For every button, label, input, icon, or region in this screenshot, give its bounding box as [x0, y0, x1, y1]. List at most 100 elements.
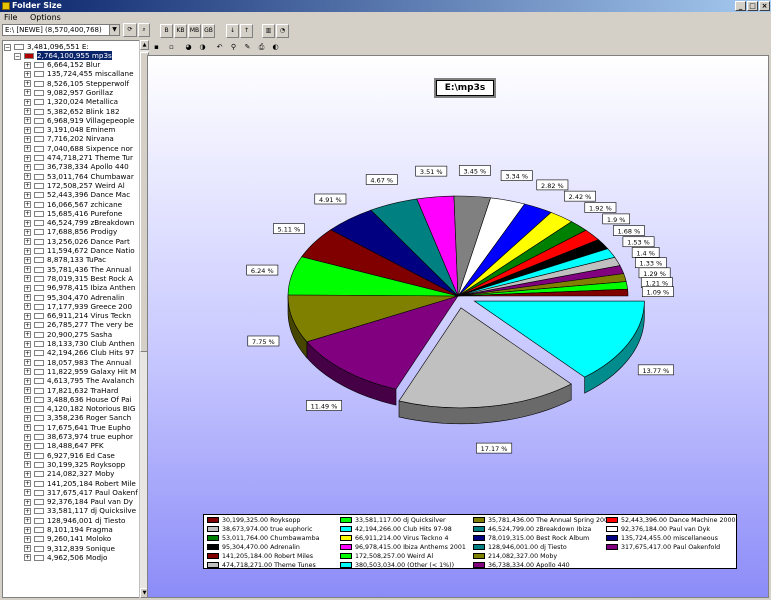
tree-item[interactable]: +9,082,957 Gorillaz [24, 88, 113, 97]
expand-icon[interactable]: + [24, 387, 31, 394]
tree-item[interactable]: +16,066,567 zchicane [24, 200, 122, 209]
expand-icon[interactable]: + [24, 461, 31, 469]
tree-item[interactable]: +4,962,506 Modjo [24, 553, 107, 562]
tree-item[interactable]: +9,312,839 Sonique [24, 544, 115, 553]
tree-item[interactable]: +30,199,325 Royksopp [24, 460, 125, 469]
expand-icon[interactable]: + [24, 442, 31, 450]
expand-icon[interactable]: + [24, 433, 31, 441]
expand-icon[interactable]: + [24, 554, 31, 562]
expand-icon[interactable]: + [24, 414, 31, 422]
tree-selected-node[interactable]: − 2,764,100,955 mp3s [14, 51, 112, 60]
expand-icon[interactable]: + [24, 303, 31, 311]
tree-item[interactable]: +42,194,266 Club Hits 97 [24, 348, 134, 357]
tree-item[interactable]: +35,781,436 The Annual [24, 265, 131, 274]
tree-item[interactable]: +7,040,688 Sixpence nor [24, 144, 133, 153]
minimize-button[interactable]: _ [735, 1, 746, 11]
tree-item[interactable]: +18,057,983 The Annual [24, 358, 131, 367]
tree-item[interactable]: +26,785,277 The very be [24, 320, 133, 329]
tree-item[interactable]: +8,101,194 Fragma [24, 525, 113, 534]
expand-icon[interactable]: + [24, 228, 31, 236]
pie-3d-icon[interactable]: ◕ [183, 42, 194, 53]
expand-icon[interactable]: + [24, 135, 31, 143]
tree-item[interactable]: +4,120,182 Notorious BIG [24, 404, 135, 413]
expand-icon[interactable]: + [24, 266, 31, 274]
expand-icon[interactable]: + [24, 368, 31, 376]
tree-item[interactable]: +4,613,795 The Avalanch [24, 376, 134, 385]
tree-item[interactable]: +135,724,455 miscallane [24, 69, 134, 78]
expand-icon[interactable]: + [24, 219, 31, 227]
expand-icon[interactable]: + [24, 517, 31, 525]
expand-icon[interactable]: + [24, 312, 31, 320]
tree-item[interactable]: +5,382,652 Blink 182 [24, 107, 120, 116]
expand-icon[interactable]: + [24, 480, 31, 487]
marker-icon[interactable]: ✎ [242, 42, 253, 53]
tree-item[interactable]: +18,133,730 Club Anthen [24, 339, 135, 348]
scroll-up-icon[interactable]: ▲ [140, 40, 149, 50]
expand-icon[interactable]: + [24, 396, 31, 404]
collapse-icon[interactable]: − [4, 43, 11, 51]
tree-item[interactable]: +8,878,133 TuPac [24, 255, 106, 264]
close-button[interactable]: × [759, 1, 770, 11]
tree-item[interactable]: +1,320,024 Metallica [24, 97, 118, 106]
chevron-down-icon[interactable]: ▼ [109, 25, 119, 35]
expand-icon[interactable]: + [24, 70, 31, 78]
expand-icon[interactable]: + [24, 331, 31, 339]
tree-item[interactable]: +92,376,184 Paul van Dy [24, 497, 133, 506]
expand-icon[interactable]: + [24, 154, 31, 162]
tree-item[interactable]: +17,821,632 TraHard [24, 386, 118, 395]
menu-options[interactable]: Options [30, 13, 61, 22]
unit-mb-button[interactable]: MB [188, 24, 201, 38]
tree-item[interactable]: +9,260,141 Moloko [24, 534, 111, 543]
folder-tree[interactable]: −3,481,096,551 E: −2,764,100,955 mp3s +6… [2, 40, 140, 598]
tree-item[interactable]: +474,718,271 Theme Tur [24, 153, 133, 162]
expand-icon[interactable]: + [24, 126, 31, 134]
expand-icon[interactable]: + [24, 80, 31, 88]
expand-icon[interactable]: + [24, 89, 31, 97]
tree-item[interactable]: +6,664,152 Blur [24, 60, 100, 69]
tree-item[interactable]: +128,946,001 dj Tiesto [24, 516, 125, 525]
tree-item[interactable]: +46,524,799 zBreakdown [24, 218, 134, 227]
tree-item[interactable]: +52,443,396 Dance Mac [24, 190, 130, 199]
zoom-icon[interactable]: ⚲ [228, 42, 239, 53]
refresh-button[interactable]: ⟳ [123, 23, 137, 37]
maximize-button[interactable]: □ [747, 1, 758, 11]
tree-item[interactable]: +96,978,415 Ibiza Anthen [24, 283, 135, 292]
tree-item[interactable]: +95,304,470 Adrenalin [24, 293, 125, 302]
expand-icon[interactable]: + [24, 545, 31, 553]
expand-icon[interactable]: + [24, 201, 31, 208]
palette-icon[interactable]: ◐ [270, 42, 281, 53]
sort-descending-icon[interactable]: ↑ [240, 24, 253, 38]
expand-icon[interactable]: + [24, 452, 31, 460]
tree-item[interactable]: +38,673,974 true euphor [24, 432, 133, 441]
expand-icon[interactable]: + [24, 340, 31, 348]
unit-b-button[interactable]: B [160, 24, 173, 38]
copy-icon[interactable]: ▫ [166, 42, 177, 53]
tree-item[interactable]: +6,968,919 Villagepeople [24, 116, 134, 125]
expand-icon[interactable]: + [24, 163, 31, 171]
expand-icon[interactable]: + [24, 247, 31, 255]
unit-gb-button[interactable]: GB [202, 24, 215, 38]
expand-icon[interactable]: + [24, 108, 31, 115]
tree-item[interactable]: +36,738,334 Apollo 440 [24, 162, 129, 171]
expand-icon[interactable]: + [24, 117, 31, 125]
expand-icon[interactable]: + [24, 377, 31, 385]
expand-icon[interactable]: + [24, 284, 31, 292]
print-icon[interactable]: ⎙ [256, 42, 267, 53]
expand-icon[interactable]: + [24, 498, 31, 506]
tree-item[interactable]: +15,685,416 Purefone [24, 209, 122, 218]
pie-chart-icon[interactable]: ◔ [276, 24, 289, 38]
tree-item[interactable]: +214,082,327 Moby [24, 469, 114, 478]
tree-item[interactable]: +3,488,636 House Of Pai [24, 395, 132, 404]
save-icon[interactable]: ▪ [151, 42, 162, 53]
expand-icon[interactable]: + [24, 294, 31, 301]
expand-icon[interactable]: + [24, 145, 31, 153]
expand-icon[interactable]: + [24, 526, 31, 534]
expand-icon[interactable]: + [24, 238, 31, 246]
tree-item[interactable]: +17,177,939 Greece 200 [24, 302, 132, 311]
tree-item[interactable]: +53,011,764 Chumbawar [24, 172, 134, 181]
pie-rotate-icon[interactable]: ◑ [197, 42, 208, 53]
expand-icon[interactable]: + [24, 210, 31, 218]
expand-icon[interactable]: + [24, 489, 31, 497]
tree-item[interactable]: +33,581,117 dj Quicksilve [24, 506, 136, 515]
tree-root[interactable]: − 3,481,096,551 E: [4, 42, 89, 51]
